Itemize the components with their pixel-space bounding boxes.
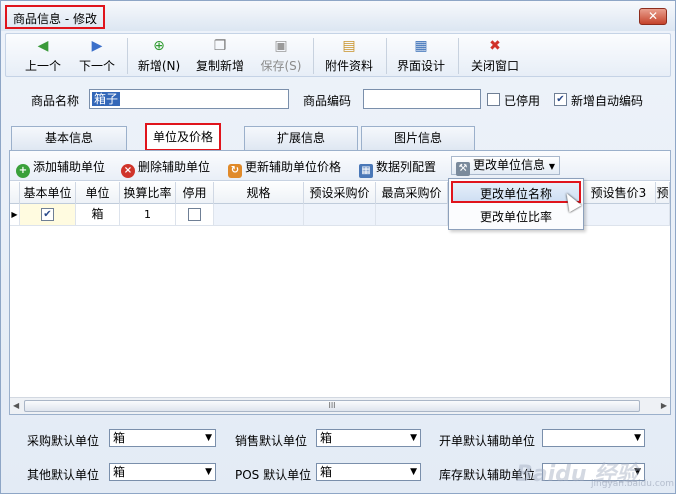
billing-aux-unit-select[interactable]: ▼ [542,429,645,447]
scroll-right-icon[interactable]: ▶ [661,401,667,410]
toolbar-divider [386,38,387,74]
other-unit-select[interactable]: 箱 ▼ [109,463,216,481]
base-unit-checkbox[interactable]: ✔ [41,208,54,221]
auto-code-checkbox[interactable]: ✔ [554,93,567,106]
col-ratio[interactable]: 换算比率 [120,182,176,204]
refresh-icon: ↻ [228,164,242,178]
horizontal-scrollbar[interactable]: ◀ III ▶ [10,397,670,414]
disabled-label: 已停用 [504,94,541,108]
attachments-button[interactable]: ▤ 附件资料 [320,36,378,76]
copy-new-button[interactable]: ❐ 复制新增 [191,36,249,76]
tab-basic-info[interactable]: 基本信息 [11,126,127,150]
change-unit-ratio-item[interactable]: 更改单位比率 [451,206,581,228]
disabled-checkbox[interactable] [487,93,500,106]
toolbar-divider [127,38,128,74]
product-name-field[interactable]: 箱子 [89,89,289,109]
billing-aux-unit-label: 开单默认辅助单位 [439,434,536,448]
ratio-cell[interactable]: 1 [120,204,176,225]
other-unit-label: 其他默认单位 [27,468,100,482]
unit-info-menu: 更改单位名称 更改单位比率 [448,178,584,230]
window-title: 商品信息 - 修改 [5,5,105,29]
table-icon: ▦ [359,164,373,178]
chevron-down-icon: ▼ [410,433,417,443]
product-name-value: 箱子 [92,92,121,106]
chevron-down-icon: ▼ [548,162,555,171]
toolbar-divider [313,38,314,74]
product-code-field[interactable] [363,89,481,109]
close-window-icon: ✖ [489,38,501,54]
toolbar-divider [458,38,459,74]
unit-cell[interactable]: 箱 [76,204,120,225]
close-icon[interactable]: ✕ [639,8,667,25]
row-indicator-icon: ▶ [10,204,20,225]
update-aux-price-button[interactable]: ↻ 更新辅助单位价格 [228,158,341,178]
chevron-down-icon: ▼ [205,467,212,477]
col-spec[interactable]: 规格 [214,182,304,204]
tab-image-info[interactable]: 图片信息 [361,126,475,150]
tab-units-prices[interactable]: 单位及价格 [145,123,221,151]
next-button[interactable]: ▶ 下一个 [74,36,120,76]
ui-design-button[interactable]: ▦ 界面设计 [392,36,450,76]
preset-purchase-cell[interactable] [304,204,376,225]
chevron-down-icon: ▼ [410,467,417,477]
change-unit-info-button[interactable]: ⚒ 更改单位信息 ▼ [451,156,560,176]
pos-unit-select[interactable]: 箱 ▼ [316,463,421,481]
units-toolbar: + 添加辅助单位 × 删除辅助单位 ↻ 更新辅助单位价格 ▦ 数据列配置 ⚒ 更改单位信息… [10,151,670,181]
main-toolbar: ◀ 上一个 ▶ 下一个 ⊕ 新增(N) ❐ 复制新增 ▣ 保存(S) ▤ 附件资… [5,33,671,77]
col-disabled[interactable]: 停用 [176,182,214,204]
column-config-button[interactable]: ▦ 数据列配置 [359,158,436,178]
col-preset-purchase[interactable]: 预设采购价 [304,182,376,204]
new-button[interactable]: ⊕ 新增(N) [134,36,184,76]
save-button[interactable]: ▣ 保存(S) [256,36,306,76]
save-icon: ▣ [274,38,288,54]
scroll-left-icon[interactable]: ◀ [13,401,19,410]
purchase-unit-label: 采购默认单位 [27,434,100,448]
col-max-purchase[interactable]: 最高采购价 [376,182,448,204]
max-purchase-cell[interactable] [376,204,448,225]
pos-unit-label: POS 默认单位 [235,468,312,482]
col-preset-price3[interactable]: 预设售价3 [582,182,656,204]
arrow-left-icon: ◀ [37,38,49,54]
auto-code-label: 新增自动编码 [571,94,644,108]
col-base-unit[interactable]: 基本单位 [20,182,76,204]
title-bar: 商品信息 - 修改 ✕ [1,1,675,31]
arrow-right-icon: ▶ [91,38,103,54]
product-code-label: 商品编码 [303,94,352,108]
product-window: 商品信息 - 修改 ✕ ◀ 上一个 ▶ 下一个 ⊕ 新增(N) ❐ 复制新增 ▣… [0,0,676,494]
sales-unit-select[interactable]: 箱 ▼ [316,429,421,447]
col-more[interactable]: 预 [656,182,670,204]
purchase-unit-select[interactable]: 箱 ▼ [109,429,216,447]
add-icon: ⊕ [153,38,165,54]
delete-icon: × [121,164,135,178]
add-icon: + [16,164,30,178]
add-aux-unit-button[interactable]: + 添加辅助单位 [16,158,105,178]
prev-button[interactable]: ◀ 上一个 [20,36,66,76]
copy-icon: ❐ [213,38,227,54]
scroll-thumb[interactable]: III [24,400,640,412]
sales-unit-label: 销售默认单位 [235,434,308,448]
clipboard-icon: ▤ [342,38,356,54]
chevron-down-icon: ▼ [205,433,212,443]
unit-disabled-checkbox[interactable] [188,208,201,221]
tab-extended-info[interactable]: 扩展信息 [244,126,358,150]
wrench-icon: ⚒ [456,162,470,176]
product-name-label: 商品名称 [31,94,80,108]
close-window-button[interactable]: ✖ 关闭窗口 [464,36,526,76]
spec-cell[interactable] [214,204,304,225]
watermark-url: jingyan.baidu.com [591,479,675,489]
chevron-down-icon: ▼ [634,433,641,443]
col-unit[interactable]: 单位 [76,182,120,204]
delete-aux-unit-button[interactable]: × 删除辅助单位 [121,158,210,178]
layout-icon: ▦ [414,38,428,54]
